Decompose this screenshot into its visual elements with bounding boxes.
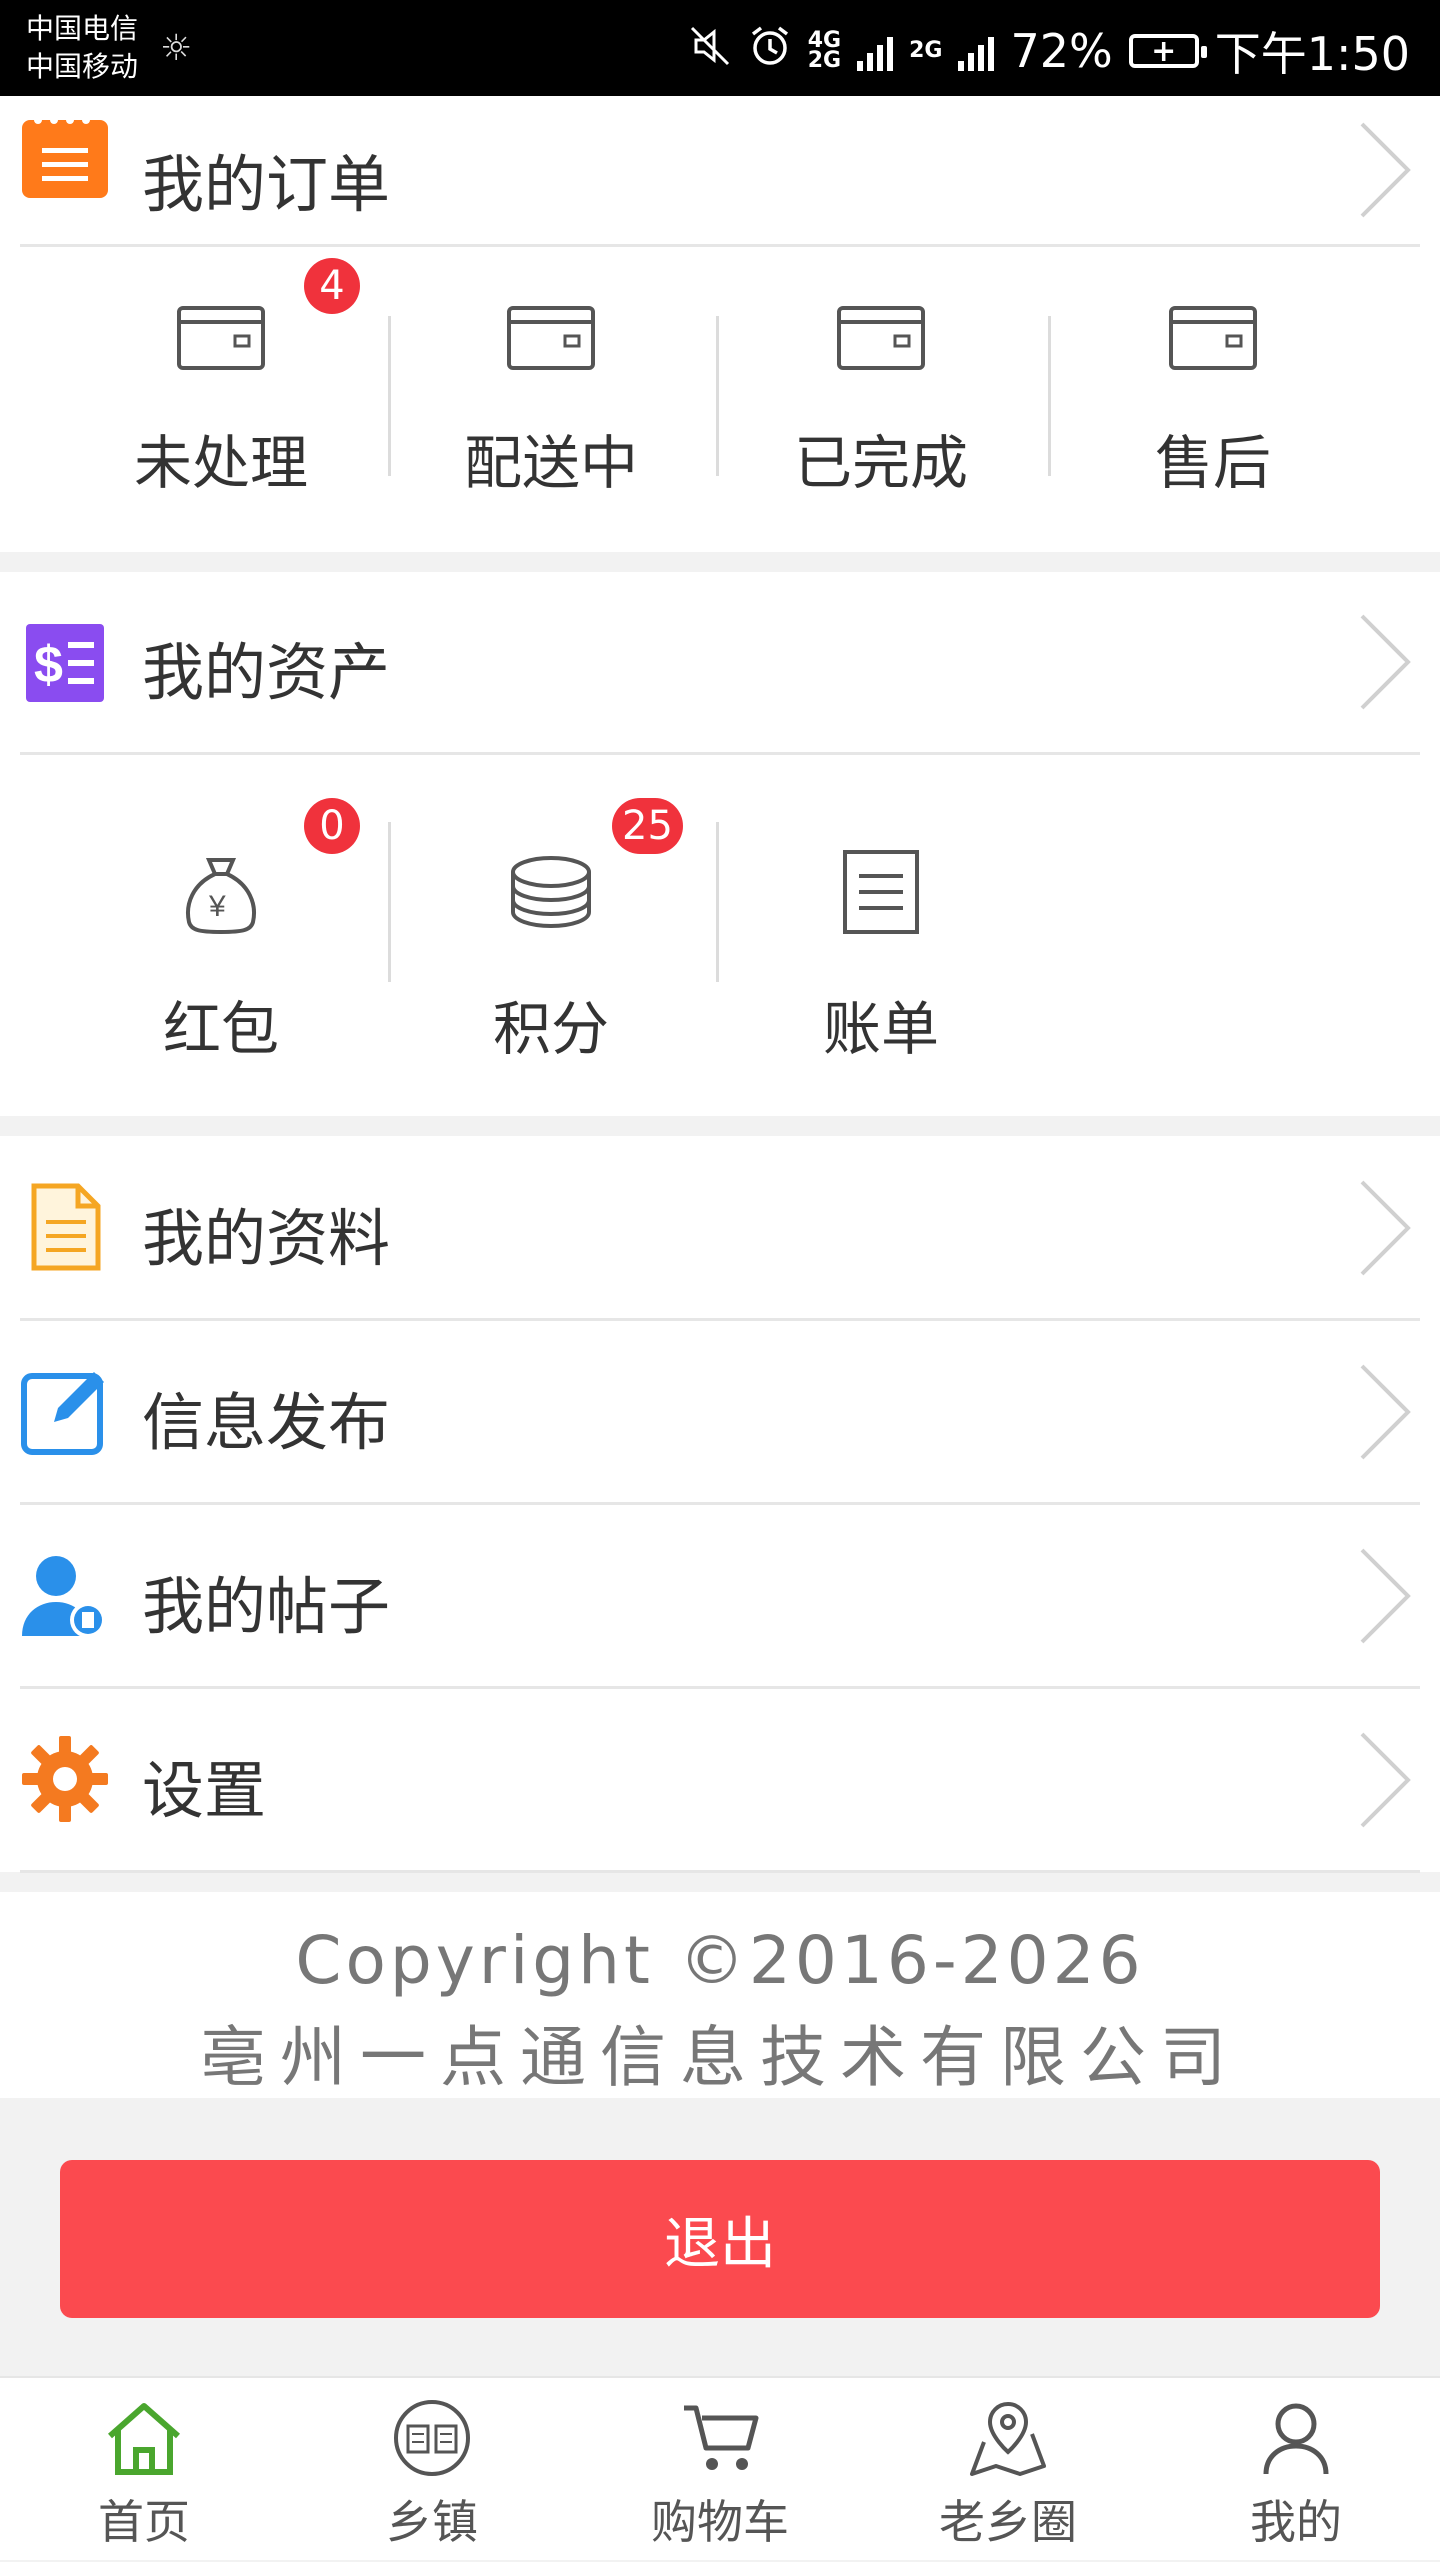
alarm-icon [748, 24, 792, 79]
chevron-right-icon [1360, 1180, 1411, 1276]
menu-label-settings: 设置 [142, 1754, 267, 1827]
order-status-pending[interactable]: 4 未处理 [56, 258, 386, 516]
menu-item-profile[interactable]: 我的资料 [0, 1136, 1440, 1320]
menu-label-publish: 信息发布 [142, 1386, 391, 1459]
signal-icon-2 [958, 31, 995, 71]
tab-cart[interactable]: 购物车 [576, 2378, 864, 2562]
bottom-tab-bar: 首页 乡镇 购物车 老乡圈 我的 [0, 2376, 1440, 2560]
points-badge: 25 [612, 798, 683, 854]
document-icon [20, 1182, 110, 1272]
menu-label-profile: 我的资料 [142, 1202, 391, 1275]
status-bar: 中国电信 中国移动 ☼ 4G 2G 2G 72% + 下午1:50 [0, 0, 1440, 96]
red-envelope-badge: 0 [304, 798, 360, 854]
orders-icon [20, 110, 110, 200]
assets-header[interactable]: $ 我的资产 [0, 572, 1440, 754]
logout-button[interactable]: 退出 [60, 2160, 1380, 2318]
chevron-right-icon [1360, 1548, 1411, 1644]
network-2: 2G [909, 38, 943, 63]
bill-label: 账单 [822, 995, 939, 1063]
cart-icon [684, 2405, 759, 2470]
tab-towns[interactable]: 乡镇 [288, 2378, 576, 2562]
card-icon [1169, 306, 1257, 370]
chevron-right-icon [1360, 122, 1411, 218]
asset-red-envelope[interactable]: ¥ 0 红包 [56, 798, 386, 1082]
asset-points[interactable]: 25 积分 [386, 798, 716, 1082]
assets-card: $ 我的资产 ¥ 0 红包 25 积分 账单 [0, 572, 1440, 1116]
menu-item-settings[interactable]: 设置 [0, 1688, 1440, 1872]
gear-icon [20, 1734, 110, 1824]
network-1: 4G 2G [807, 28, 842, 73]
menu-label-posts: 我的帖子 [142, 1570, 391, 1643]
pending-label: 未处理 [133, 429, 308, 497]
chevron-right-icon [1360, 1732, 1411, 1828]
coins-icon [511, 856, 591, 929]
asset-bill[interactable]: 账单 [716, 842, 1046, 1082]
order-status-delivering[interactable]: 配送中 [386, 286, 716, 516]
book-icon [394, 2400, 470, 2476]
delivering-label: 配送中 [463, 429, 638, 497]
mute-icon [688, 24, 732, 79]
order-status-completed[interactable]: 已完成 [716, 286, 1046, 516]
clock: 下午1:50 [1214, 27, 1410, 81]
points-label: 积分 [492, 995, 609, 1063]
card-icon [837, 306, 925, 370]
tab-label-mine: 我的 [1250, 2495, 1342, 2549]
orders-card: 我的订单 4 未处理 配送中 已完成 售后 [0, 96, 1440, 552]
menu-item-posts[interactable]: 我的帖子 [0, 1504, 1440, 1688]
user-post-icon [20, 1550, 110, 1640]
tab-mine[interactable]: 我的 [1152, 2378, 1440, 2562]
signal-icon-1 [857, 31, 894, 71]
person-icon [1263, 2403, 1329, 2475]
pending-badge: 4 [304, 258, 360, 314]
red-envelope-label: 红包 [162, 995, 279, 1063]
map-icon [970, 2401, 1046, 2476]
battery-icon: + [1128, 34, 1207, 69]
card-icon [507, 306, 595, 370]
card-icon [177, 306, 265, 370]
chevron-right-icon [1360, 614, 1411, 710]
completed-label: 已完成 [793, 429, 968, 497]
battery-percent: 72% [1010, 24, 1113, 78]
tab-label-home: 首页 [98, 2495, 190, 2549]
assets-title: 我的资产 [142, 636, 391, 709]
aftersale-label: 售后 [1154, 429, 1271, 497]
copyright-block: Copyright ©2016-2026 亳州一点通信息技术有限公司 [0, 1892, 1440, 2098]
bill-icon [843, 850, 919, 934]
edit-icon [20, 1366, 110, 1456]
svg-text:¥: ¥ [208, 890, 226, 923]
home-icon [108, 2403, 180, 2475]
tab-home[interactable]: 首页 [0, 2378, 288, 2562]
menu-card: 我的资料 信息发布 我的帖子 设置 [0, 1136, 1440, 1873]
divider [20, 1870, 1420, 1873]
svg-text:$: $ [34, 636, 63, 694]
carrier-info: 中国电信 中国移动 [26, 10, 138, 86]
status-icons: 4G 2G 2G 72% + 下午1:50 [688, 18, 1410, 84]
assets-icon: $ [20, 618, 110, 708]
divider [20, 752, 1420, 755]
copyright-line-2: 亳州一点通信息技术有限公司 [200, 2019, 1240, 2096]
menu-item-publish[interactable]: 信息发布 [0, 1320, 1440, 1504]
divider [20, 244, 1420, 247]
tab-label-friends-circle: 老乡圈 [939, 2495, 1077, 2549]
carrier-1: 中国电信 [26, 12, 139, 45]
tab-label-towns: 乡镇 [386, 2495, 478, 2549]
copyright-line-1: Copyright ©2016-2026 [295, 1922, 1145, 1999]
orders-header[interactable]: 我的订单 [0, 96, 1440, 246]
tab-friends-circle[interactable]: 老乡圈 [864, 2378, 1152, 2562]
chevron-right-icon [1360, 1364, 1411, 1460]
tab-label-cart: 购物车 [651, 2495, 789, 2549]
carrier-2: 中国移动 [26, 50, 139, 83]
brightness-icon: ☼ [160, 28, 193, 69]
money-bag-icon: ¥ [186, 858, 256, 935]
orders-title: 我的订单 [142, 148, 391, 221]
order-status-aftersale[interactable]: 售后 [1048, 286, 1378, 516]
